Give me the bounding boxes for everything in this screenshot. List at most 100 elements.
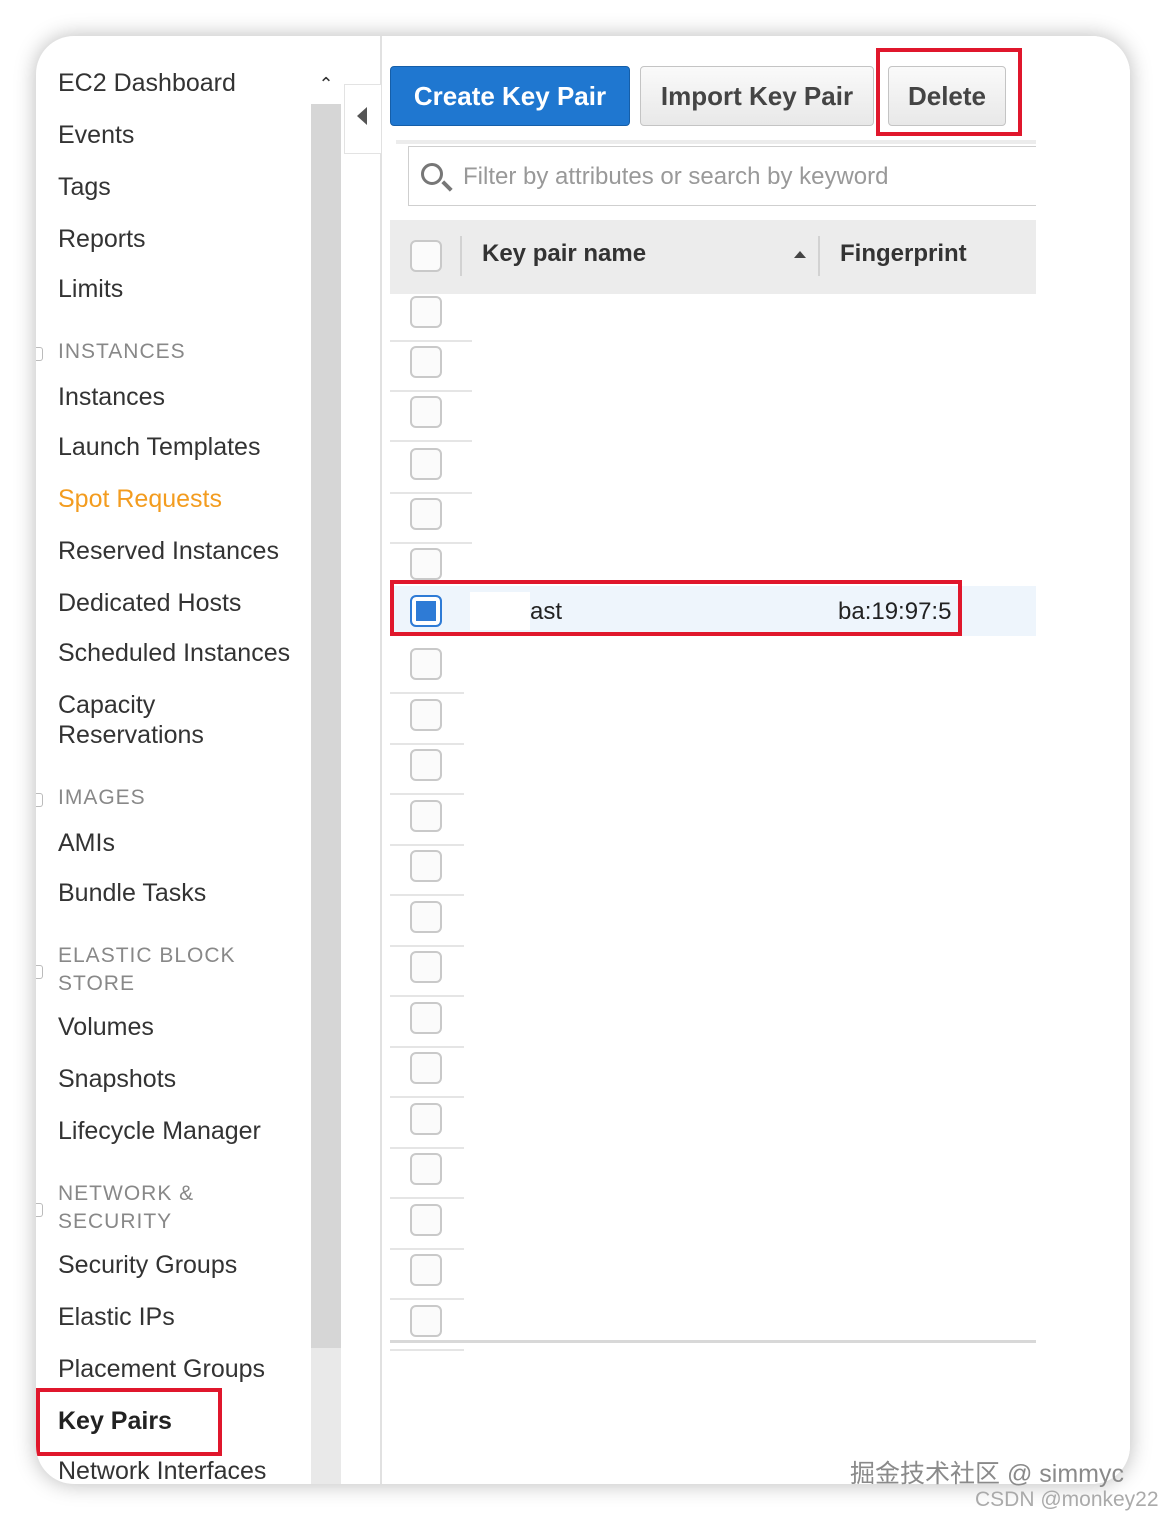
section-header-instances[interactable]: INSTANCES xyxy=(58,338,278,366)
row-checkbox[interactable] xyxy=(410,1305,442,1337)
table-row[interactable] xyxy=(390,1101,1036,1151)
panel-divider xyxy=(380,36,382,1484)
table-row[interactable] xyxy=(390,1252,1036,1302)
ec2-console-window: EC2 Dashboard Events Tags Reports Limits… xyxy=(36,36,1130,1484)
section-header-ebs[interactable]: ELASTIC BLOCK STORE xyxy=(58,942,278,998)
delete-highlight-box xyxy=(876,48,1022,136)
table-row[interactable] xyxy=(390,1000,1036,1050)
sidebar-item-network-interfaces[interactable]: Network Interfaces xyxy=(58,1456,266,1484)
row-checkbox[interactable] xyxy=(410,346,442,378)
column-header-fingerprint[interactable]: Fingerprint xyxy=(840,240,967,268)
table-header: Key pair name Fingerprint xyxy=(390,220,1036,294)
sidebar-item-launch-templates[interactable]: Launch Templates xyxy=(58,432,260,462)
create-key-pair-button[interactable]: Create Key Pair xyxy=(390,66,630,126)
sidebar-item-spot-requests[interactable]: Spot Requests xyxy=(58,484,222,514)
row-checkbox[interactable] xyxy=(410,296,442,328)
sidebar-item-amis[interactable]: AMIs xyxy=(58,828,115,858)
table-row[interactable] xyxy=(390,294,1036,344)
sort-ascending-icon[interactable] xyxy=(794,251,806,258)
row-divider xyxy=(390,894,464,896)
row-checkbox[interactable] xyxy=(410,850,442,882)
row-checkbox[interactable] xyxy=(410,1153,442,1185)
column-header-key-pair-name[interactable]: Key pair name xyxy=(482,240,646,268)
row-checkbox[interactable] xyxy=(410,901,442,933)
row-checkbox[interactable] xyxy=(410,1254,442,1286)
row-divider xyxy=(390,492,472,494)
table-row[interactable] xyxy=(390,646,1036,696)
section-collapse-icon[interactable] xyxy=(36,1203,43,1217)
row-checkbox[interactable] xyxy=(410,1204,442,1236)
row-divider xyxy=(390,1096,464,1098)
section-collapse-icon[interactable] xyxy=(36,347,43,361)
table-row[interactable] xyxy=(390,798,1036,848)
sidebar-item-scheduled-instances[interactable]: Scheduled Instances xyxy=(58,638,290,668)
section-collapse-icon[interactable] xyxy=(36,965,43,979)
select-all-checkbox[interactable] xyxy=(410,240,442,272)
row-checkbox[interactable] xyxy=(410,548,442,580)
sidebar-item-dedicated-hosts[interactable]: Dedicated Hosts xyxy=(58,588,241,618)
section-collapse-icon[interactable] xyxy=(36,793,43,807)
selected-row-highlight-box xyxy=(390,580,962,636)
sidebar-item-security-groups[interactable]: Security Groups xyxy=(58,1250,237,1280)
row-divider xyxy=(390,1248,464,1250)
filter-bar-background xyxy=(396,140,1036,144)
row-divider xyxy=(390,793,464,795)
row-checkbox[interactable] xyxy=(410,1103,442,1135)
search-input[interactable] xyxy=(461,157,1025,197)
row-checkbox[interactable] xyxy=(410,699,442,731)
table-row[interactable] xyxy=(390,344,1036,394)
sidebar-item-volumes[interactable]: Volumes xyxy=(58,1012,154,1042)
section-header-network-security[interactable]: NETWORK & SECURITY xyxy=(58,1180,278,1236)
filter-box xyxy=(408,146,1048,206)
row-divider xyxy=(390,542,472,544)
sidebar-item-lifecycle-manager[interactable]: Lifecycle Manager xyxy=(58,1116,261,1146)
table-row[interactable] xyxy=(390,496,1036,546)
table-row[interactable] xyxy=(390,899,1036,949)
chevron-left-icon xyxy=(357,107,367,125)
import-key-pair-button[interactable]: Import Key Pair xyxy=(640,66,874,126)
sidebar-item-tags[interactable]: Tags xyxy=(58,172,111,202)
sidebar-item-limits[interactable]: Limits xyxy=(58,274,123,304)
table-row[interactable] xyxy=(390,446,1036,496)
table-row[interactable] xyxy=(390,949,1036,999)
table-row[interactable] xyxy=(390,697,1036,747)
watermark-juejin: 掘金技术社区 @ simmyc xyxy=(850,1460,1124,1488)
sidebar-scrollbar-thumb[interactable] xyxy=(311,104,341,1348)
sidebar-item-elastic-ips[interactable]: Elastic IPs xyxy=(58,1302,175,1332)
table-row[interactable] xyxy=(390,394,1036,444)
row-divider xyxy=(390,945,464,947)
row-checkbox[interactable] xyxy=(410,396,442,428)
sidebar-item-instances[interactable]: Instances xyxy=(58,382,165,412)
row-checkbox[interactable] xyxy=(410,951,442,983)
row-divider xyxy=(390,440,472,442)
table-row[interactable] xyxy=(390,1151,1036,1201)
row-checkbox[interactable] xyxy=(410,1002,442,1034)
scroll-up-arrow-icon[interactable]: ⌃ xyxy=(314,72,338,96)
collapse-sidebar-button[interactable] xyxy=(344,84,381,154)
table-row[interactable] xyxy=(390,848,1036,898)
sidebar-item-reports[interactable]: Reports xyxy=(58,224,146,254)
sidebar-item-events[interactable]: Events xyxy=(58,120,134,150)
sidebar-item-snapshots[interactable]: Snapshots xyxy=(58,1064,176,1094)
row-divider xyxy=(390,390,472,392)
table-row[interactable] xyxy=(390,1050,1036,1100)
key-pairs-highlight-box xyxy=(36,1388,222,1456)
sidebar-item-ec2-dashboard[interactable]: EC2 Dashboard xyxy=(58,68,236,98)
row-divider xyxy=(390,1046,464,1048)
sidebar-item-bundle-tasks[interactable]: Bundle Tasks xyxy=(58,878,206,908)
row-checkbox[interactable] xyxy=(410,448,442,480)
section-header-images[interactable]: IMAGES xyxy=(58,784,278,812)
row-divider xyxy=(390,1298,464,1300)
table-row[interactable] xyxy=(390,747,1036,797)
sidebar-scrollbar-lower-track[interactable] xyxy=(311,1348,341,1484)
table-row[interactable] xyxy=(390,1202,1036,1252)
row-checkbox[interactable] xyxy=(410,1052,442,1084)
row-checkbox[interactable] xyxy=(410,800,442,832)
sidebar-item-placement-groups[interactable]: Placement Groups xyxy=(58,1354,265,1384)
sidebar-item-reserved-instances[interactable]: Reserved Instances xyxy=(58,536,279,566)
row-checkbox[interactable] xyxy=(410,498,442,530)
row-checkbox[interactable] xyxy=(410,648,442,680)
sidebar-item-capacity-reservations[interactable]: Capacity Reservations xyxy=(58,690,278,750)
table-row[interactable] xyxy=(390,1303,1036,1353)
row-checkbox[interactable] xyxy=(410,749,442,781)
